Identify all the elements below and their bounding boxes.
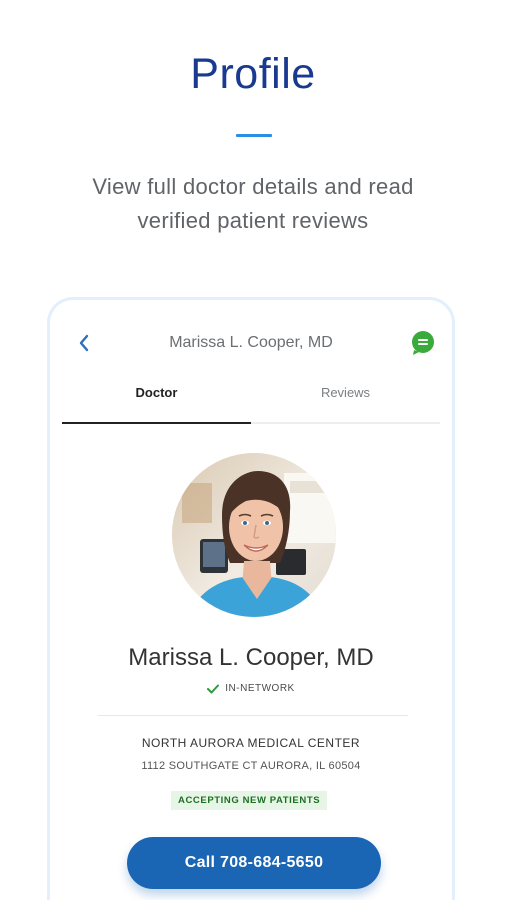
network-status-label: IN-NETWORK	[225, 683, 295, 694]
doctor-name: Marissa L. Cooper, MD	[128, 644, 374, 671]
section-divider	[98, 715, 408, 716]
phone-mockup: Marissa L. Cooper, MD Doctor Reviews Mar…	[47, 297, 455, 900]
promo-subtitle-line: View full doctor details and read	[92, 174, 414, 199]
checkmark-icon	[207, 684, 220, 693]
tab-bar: Doctor Reviews	[62, 378, 440, 424]
call-button[interactable]: Call 708-684-5650	[127, 837, 381, 889]
facility-address: 1112 SOUTHGATE CT AURORA, IL 60504	[141, 760, 361, 772]
facility-name: NORTH AURORA MEDICAL CENTER	[141, 736, 361, 750]
network-status: IN-NETWORK	[50, 683, 452, 694]
promo-subtitle-line: verified patient reviews	[137, 208, 369, 233]
chevron-left-icon	[79, 334, 89, 352]
chat-icon	[412, 331, 434, 355]
promo-subtitle: View full doctor details and read verifi…	[40, 170, 466, 238]
tab-reviews[interactable]: Reviews	[251, 378, 440, 422]
app-header: Marissa L. Cooper, MD	[50, 324, 452, 364]
promo-title: Profile	[190, 50, 316, 98]
screen: Profile View full doctor details and rea…	[0, 0, 506, 900]
tab-doctor[interactable]: Doctor	[62, 378, 251, 424]
back-button[interactable]	[70, 328, 98, 358]
promo-divider	[236, 134, 272, 137]
chat-button[interactable]	[410, 330, 436, 356]
accepting-patients-badge: ACCEPTING NEW PATIENTS	[171, 791, 328, 810]
header-title: Marissa L. Cooper, MD	[169, 334, 333, 351]
doctor-avatar	[172, 453, 336, 617]
